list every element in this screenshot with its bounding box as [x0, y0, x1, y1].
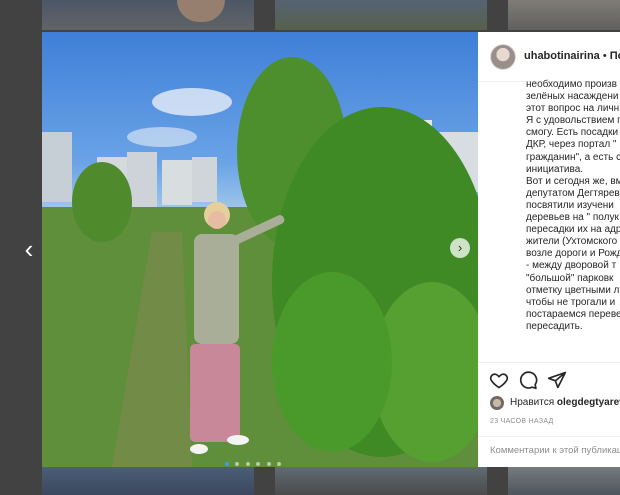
author-avatar[interactable] — [490, 44, 516, 70]
carousel-dot — [256, 462, 261, 466]
post-timestamp[interactable]: 23 ЧАСОВ НАЗАД — [490, 418, 554, 425]
liker-username[interactable]: olegdegtyarev — [557, 397, 620, 408]
caption-line: инициатива. — [526, 163, 584, 175]
caption-line: зелёных насаждени — [526, 91, 619, 103]
caption-line: - между дворовой т — [526, 260, 617, 272]
likes-line: Нравится olegdegtyarev — [510, 397, 620, 408]
next-photo-chevron-right-icon[interactable]: › — [450, 238, 470, 258]
post-actions: Нравится olegdegtyarev 23 ЧАСОВ НАЗАД — [478, 362, 620, 467]
caption-line: гражданин", а есть с — [526, 151, 620, 163]
caption-line: Вот и сегодня же, вм — [526, 175, 620, 187]
carousel-dot — [235, 462, 240, 466]
post-side-panel: uhabotinairina • Под необходимо произв з… — [478, 32, 620, 467]
caption-line: этот вопрос на личн — [526, 103, 620, 115]
caption-line: ДКР, через портал " — [526, 139, 617, 151]
carousel-dot — [225, 462, 229, 466]
caption-line: депутатом Дегтярев — [526, 187, 620, 199]
photo-scene — [42, 57, 478, 467]
carousel-dot — [266, 462, 271, 466]
author-username[interactable]: uhabotinairina — [524, 50, 600, 62]
comment-icon[interactable] — [518, 370, 538, 390]
carousel-dot — [245, 462, 250, 466]
previous-post-chevron-left-icon[interactable]: ‹ — [16, 235, 42, 263]
post-photo[interactable]: › — [42, 32, 478, 467]
likes-prefix: Нравится — [510, 397, 555, 408]
caption-line: постараемся переве — [526, 308, 620, 320]
carousel-dot — [277, 462, 282, 466]
post-header: uhabotinairina • Под — [478, 32, 620, 82]
author-line: uhabotinairina • Под — [524, 50, 620, 62]
caption-line: возле дороги и Рожд — [526, 248, 620, 260]
caption-line: смогу. Есть посадки — [526, 127, 619, 139]
header-separator: • — [602, 50, 607, 62]
caption-line: пересадить. — [526, 320, 583, 332]
caption-line: жители (Ухтомского — [526, 236, 618, 248]
comment-bar — [478, 436, 620, 467]
comment-input[interactable] — [490, 445, 620, 456]
caption-line: отметку цветными л — [526, 284, 620, 296]
liker-avatar[interactable] — [490, 396, 504, 410]
caption-line: необходимо произв — [526, 79, 617, 90]
heart-icon[interactable] — [489, 370, 509, 390]
post-modal: › uhabotinairina • Под необходимо произв… — [42, 32, 620, 467]
caption-line: "большой" парковк — [526, 272, 614, 284]
caption-line: посвятили изучени — [526, 199, 614, 211]
post-caption: необходимо произв зелёных насаждени этот… — [526, 79, 620, 333]
caption-line: деревьев на " полук — [526, 212, 619, 224]
caption-line: Я с удовольствием п — [526, 115, 620, 127]
paper-plane-icon[interactable] — [547, 370, 567, 390]
follow-button[interactable]: Под — [610, 50, 620, 62]
caption-line: пересадки их на адр — [526, 224, 620, 236]
carousel-dots — [224, 453, 282, 467]
caption-line: чтобы не трогали и — [526, 296, 616, 308]
